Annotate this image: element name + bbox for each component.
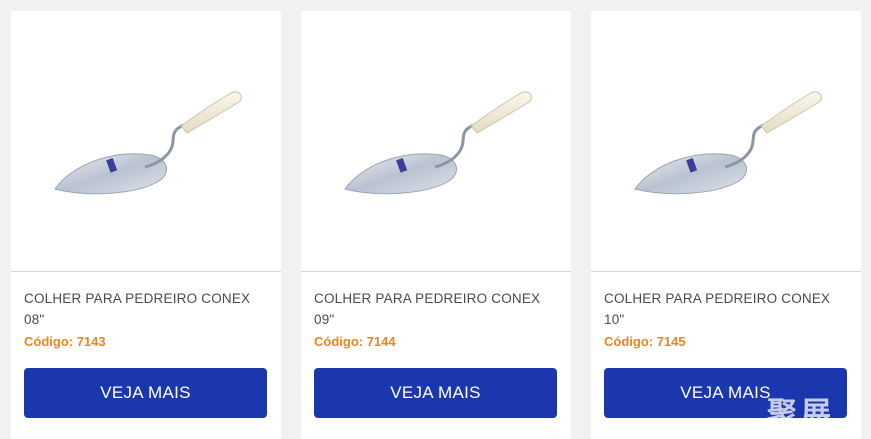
- product-title[interactable]: COLHER PARA PEDREIRO CONEX 09": [314, 288, 564, 330]
- product-card[interactable]: COLHER PARA PEDREIRO CONEX 09" Código: 7…: [301, 11, 571, 439]
- product-code: Código: 7143: [24, 334, 106, 349]
- veja-mais-button[interactable]: VEJA MAIS: [314, 368, 557, 418]
- product-image[interactable]: [591, 11, 861, 271]
- trowel-icon: [344, 91, 532, 195]
- product-title[interactable]: COLHER PARA PEDREIRO CONEX 08": [24, 288, 274, 330]
- product-image[interactable]: [301, 11, 571, 271]
- product-title[interactable]: COLHER PARA PEDREIRO CONEX 10": [604, 288, 854, 330]
- product-code: Código: 7144: [314, 334, 396, 349]
- product-card[interactable]: COLHER PARA PEDREIRO CONEX 08" Código: 7…: [11, 11, 281, 439]
- product-image[interactable]: [11, 11, 281, 271]
- card-divider: [11, 271, 281, 272]
- veja-mais-button[interactable]: VEJA MAIS: [24, 368, 267, 418]
- trowel-icon: [634, 91, 822, 195]
- card-divider: [301, 271, 571, 272]
- product-card[interactable]: COLHER PARA PEDREIRO CONEX 10" Código: 7…: [591, 11, 861, 439]
- watermark-text: 聚展: [767, 396, 835, 431]
- product-code: Código: 7145: [604, 334, 686, 349]
- product-grid: COLHER PARA PEDREIRO CONEX 08" Código: 7…: [0, 0, 871, 439]
- card-divider: [591, 271, 861, 272]
- trowel-icon: [54, 91, 242, 195]
